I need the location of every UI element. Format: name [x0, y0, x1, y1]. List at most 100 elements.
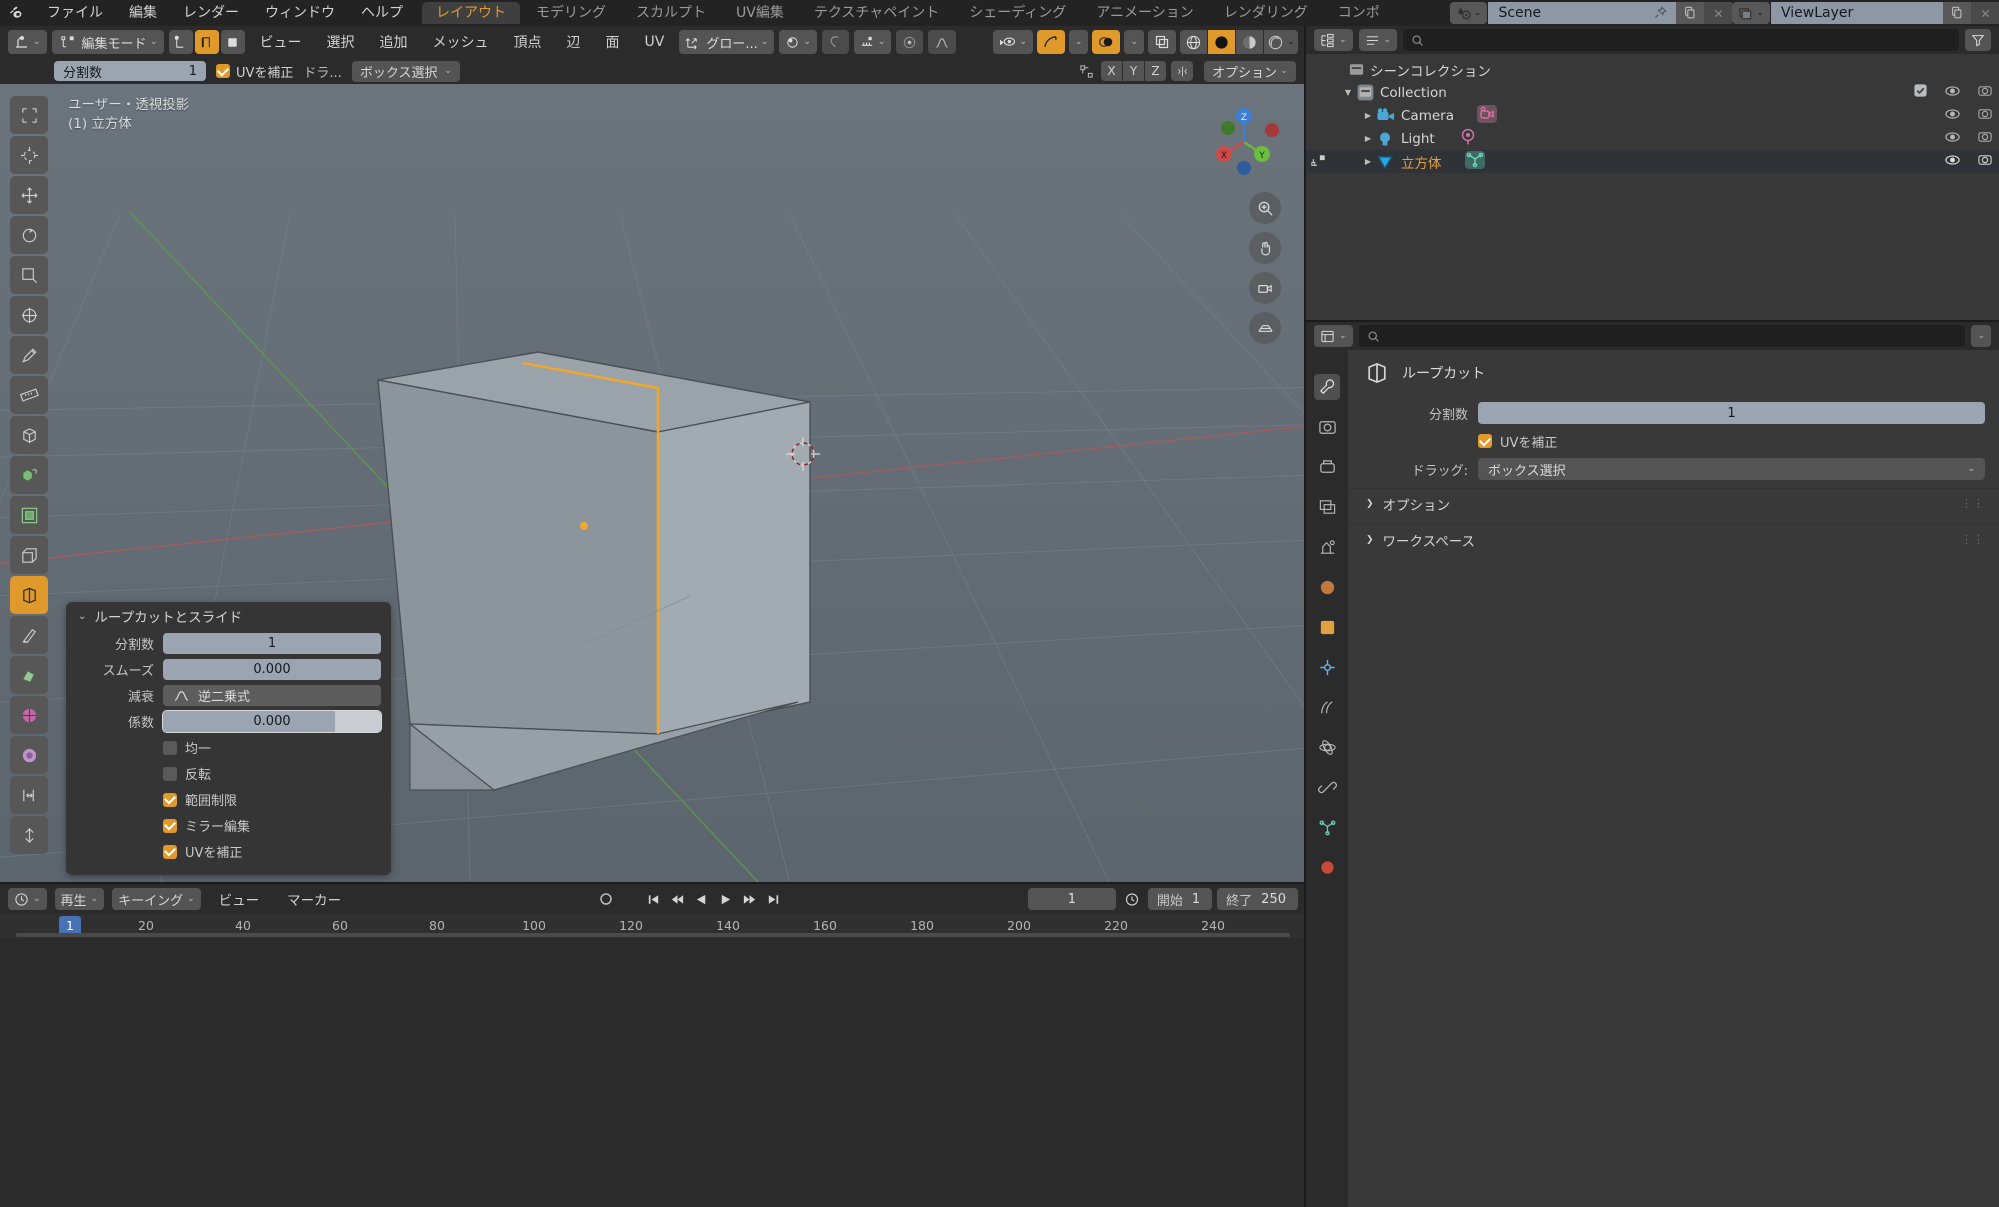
- viewlayer-name-field[interactable]: ViewLayer: [1771, 2, 1943, 24]
- operator-checkbox-even[interactable]: 均一: [163, 735, 381, 760]
- mirror-axis-y[interactable]: Y: [1123, 61, 1144, 81]
- gizmo-options-button[interactable]: ⌄: [1068, 30, 1089, 54]
- navigation-gizmo[interactable]: Z Y X: [1204, 102, 1284, 182]
- modifier-properties-tab[interactable]: [1314, 654, 1340, 680]
- ortho-persp-toggle-icon[interactable]: [1249, 312, 1281, 344]
- correct-uv-checkbox[interactable]: UVを補正: [216, 62, 293, 81]
- next-keyframe-icon[interactable]: [739, 888, 761, 910]
- play-icon[interactable]: [715, 888, 737, 910]
- viewport-menu-select[interactable]: 選択: [317, 32, 365, 52]
- outliner-row-cube[interactable]: ▶ 立方体: [1306, 150, 1999, 173]
- edge-slide-tool[interactable]: [10, 776, 48, 814]
- collection-enable-checkbox[interactable]: [1913, 83, 1928, 102]
- mirror-axis-x[interactable]: X: [1101, 61, 1122, 81]
- rendered-shading-button[interactable]: ⌄: [1264, 30, 1298, 54]
- snap-axis-icon[interactable]: [1076, 61, 1096, 81]
- cursor-tool[interactable]: [10, 136, 48, 174]
- viewport-menu-add[interactable]: 追加: [370, 32, 418, 52]
- pivot-point-selector[interactable]: ⌄: [779, 30, 817, 54]
- particles-properties-tab[interactable]: [1314, 694, 1340, 720]
- disable-in-renders-camera-icon[interactable]: [1977, 83, 1993, 102]
- current-frame-field[interactable]: 1: [1027, 888, 1116, 910]
- timeline-scrollbar[interactable]: [0, 932, 1306, 938]
- camera-data-icon[interactable]: [1476, 104, 1498, 128]
- zoom-icon[interactable]: [1249, 192, 1281, 224]
- playback-popover-button[interactable]: 再生 ⌄: [54, 888, 105, 910]
- editor-seam-timeline[interactable]: [0, 882, 1306, 884]
- properties-correct-uv-checkbox[interactable]: UVを補正: [1478, 428, 1999, 454]
- viewport-menu-vertex[interactable]: 頂点: [504, 32, 552, 52]
- editor-seam-horizontal[interactable]: [1306, 320, 1999, 322]
- tweak-select-tool[interactable]: [10, 96, 48, 134]
- operator-checkbox-correct-uv[interactable]: UVを補正: [163, 839, 381, 864]
- disable-in-renders-camera-icon[interactable]: [1977, 106, 1993, 125]
- keying-popover-button[interactable]: キーイング ⌄: [112, 888, 201, 910]
- new-viewlayer-button[interactable]: [1943, 2, 1971, 24]
- smooth-tool[interactable]: [10, 736, 48, 774]
- timeline-menu-view[interactable]: ビュー: [209, 889, 270, 909]
- viewlayer-icon[interactable]: ⌄: [1732, 2, 1770, 24]
- constraints-properties-tab[interactable]: [1314, 774, 1340, 800]
- output-properties-tab[interactable]: [1314, 454, 1340, 480]
- operator-panel-header[interactable]: ⌄ ループカットとスライド: [66, 602, 391, 630]
- annotate-tool[interactable]: [10, 336, 48, 374]
- rotate-tool[interactable]: [10, 216, 48, 254]
- poly-build-tool[interactable]: [10, 656, 48, 694]
- tab-layout[interactable]: レイアウト: [422, 2, 520, 24]
- start-frame-field[interactable]: 開始 1: [1147, 888, 1213, 910]
- field-slider[interactable]: 0.000: [162, 710, 382, 733]
- data-properties-tab[interactable]: [1314, 814, 1340, 840]
- transform-orientation-selector[interactable]: グロー... ⌄: [679, 30, 775, 54]
- outliner-row-scene-collection[interactable]: シーンコレクション: [1306, 58, 1999, 81]
- blender-logo-icon[interactable]: [0, 0, 34, 26]
- viewport-3d[interactable]: ユーザー・透視投影 (1) 立方体 Z Y X ⌄ ループカットとスライド 分割…: [0, 84, 1306, 884]
- drag-mode-dropdown[interactable]: ボックス選択 ⌄: [351, 60, 460, 82]
- camera-view-icon[interactable]: [1249, 272, 1281, 304]
- operator-checkbox-clamp[interactable]: 範囲制限: [163, 787, 381, 812]
- expand-triangle[interactable]: ▶: [1360, 111, 1376, 120]
- timeline-menu-marker[interactable]: マーカー: [277, 889, 351, 909]
- outliner-row-light[interactable]: ▶ Light: [1306, 127, 1999, 150]
- object-properties-tab[interactable]: [1314, 614, 1340, 640]
- expand-triangle[interactable]: ▼: [1340, 88, 1356, 97]
- operator-checkbox-mirror-editing[interactable]: ミラー編集: [163, 813, 381, 838]
- inset-faces-tool[interactable]: [10, 496, 48, 534]
- shrink-fatten-tool[interactable]: [10, 816, 48, 854]
- measure-tool[interactable]: [10, 376, 48, 414]
- field-dropdown[interactable]: 逆二乗式: [163, 685, 381, 706]
- auto-key-clock-icon[interactable]: [1121, 888, 1143, 910]
- timeline-editor-icon[interactable]: ⌄: [8, 888, 47, 910]
- scale-tool[interactable]: [10, 256, 48, 294]
- outliner-editor-icon[interactable]: ⌄: [1314, 29, 1353, 51]
- xray-toggle-icon[interactable]: [1148, 30, 1176, 54]
- menu-render[interactable]: レンダー: [170, 0, 252, 26]
- viewport-menu-edge[interactable]: 辺: [557, 32, 591, 52]
- jump-to-end-icon[interactable]: [763, 888, 785, 910]
- light-data-icon[interactable]: [1457, 127, 1479, 151]
- mesh-data-icon[interactable]: [1464, 150, 1486, 174]
- visibility-eye-icon[interactable]: ⌄: [993, 30, 1033, 54]
- loop-cut-tool[interactable]: [10, 576, 48, 614]
- field-value[interactable]: 1: [1478, 402, 1985, 424]
- mirror-axis-z[interactable]: Z: [1145, 61, 1166, 81]
- viewlayer-properties-tab[interactable]: [1314, 494, 1340, 520]
- move-tool[interactable]: [10, 176, 48, 214]
- filter-icon[interactable]: [1965, 29, 1991, 51]
- menu-help[interactable]: ヘルプ: [348, 0, 416, 26]
- magnet-icon[interactable]: [821, 30, 849, 54]
- remove-viewlayer-button[interactable]: [1971, 2, 1999, 24]
- disable-in-renders-camera-icon[interactable]: [1977, 129, 1993, 148]
- gizmo-icon[interactable]: [1036, 30, 1065, 54]
- tab-modeling[interactable]: モデリング: [522, 2, 620, 24]
- viewport-menu-mesh[interactable]: メッシュ: [423, 32, 499, 52]
- cuts-number-field[interactable]: 分割数 1: [54, 61, 206, 81]
- face-select-mode-button[interactable]: [220, 30, 245, 54]
- jump-to-start-icon[interactable]: [643, 888, 665, 910]
- tab-uv-editing[interactable]: UV編集: [722, 2, 798, 24]
- expand-triangle[interactable]: ▶: [1360, 134, 1376, 143]
- tab-animation[interactable]: アニメーション: [1082, 2, 1207, 24]
- hide-in-viewport-eye-icon[interactable]: [1944, 107, 1961, 125]
- editor-type-3dview-icon[interactable]: ⌄: [8, 30, 47, 54]
- outliner-search-input[interactable]: [1403, 29, 1959, 51]
- scene-properties-tab[interactable]: [1314, 534, 1340, 560]
